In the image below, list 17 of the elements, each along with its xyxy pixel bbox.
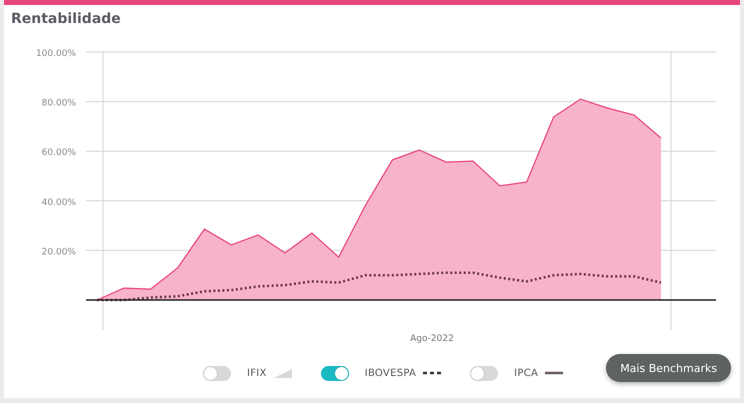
more-benchmarks-button[interactable]: Mais Benchmarks xyxy=(606,354,732,382)
toggle-switch[interactable] xyxy=(203,366,231,380)
toggle-switch[interactable] xyxy=(320,366,349,380)
area-swatch-icon xyxy=(274,369,292,378)
axis-label: 20.00% xyxy=(42,247,76,258)
axis-label: 100.00% xyxy=(36,49,76,59)
axis-label: 60.00% xyxy=(42,148,76,158)
benchmark-label: IPCA xyxy=(514,368,538,378)
axis-label: 80.00% xyxy=(42,98,76,109)
toggle-switch[interactable] xyxy=(470,366,498,380)
line-icon xyxy=(545,372,564,374)
benchmark-label: IFIX xyxy=(247,368,267,378)
card-title: Rentabilidade xyxy=(10,10,122,29)
dashed-line-icon xyxy=(423,372,442,374)
axis-label: Ago-2022 xyxy=(410,334,454,344)
axis-label: 40.00% xyxy=(42,198,76,208)
benchmark-label: IBOVESPA xyxy=(364,368,416,378)
